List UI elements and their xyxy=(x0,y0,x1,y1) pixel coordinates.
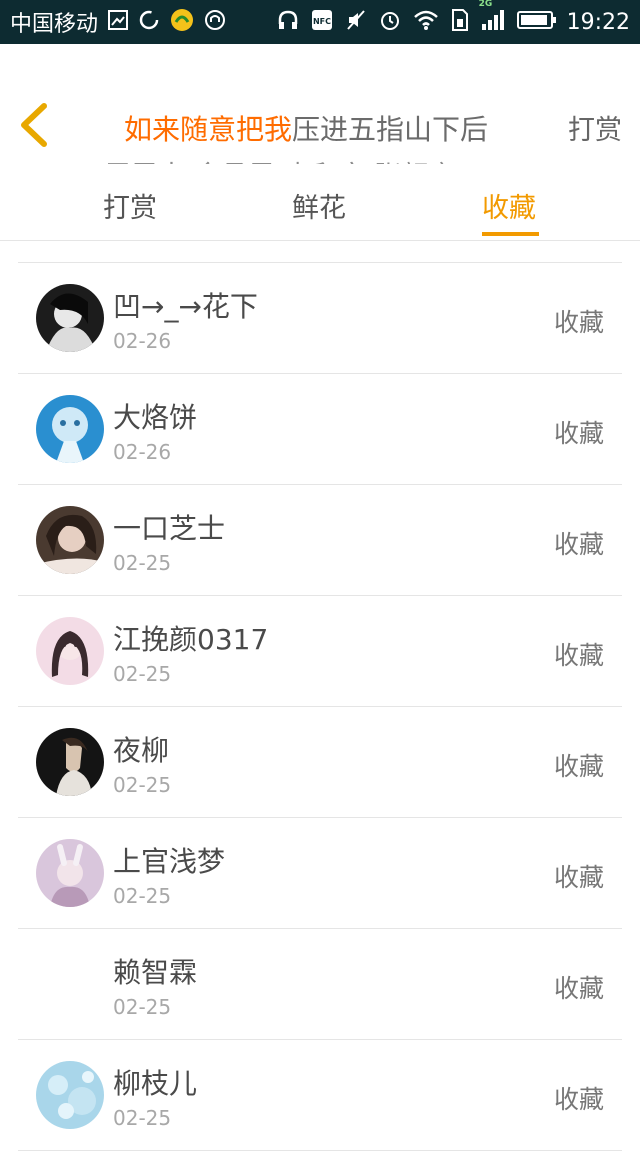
favorite-label: 收藏 xyxy=(553,641,604,670)
status-bar: 中国移动 NFC 2G 19:22 xyxy=(0,0,640,44)
avatar xyxy=(36,395,104,463)
list-item[interactable]: 大烙饼 02-26 收藏 xyxy=(18,374,622,485)
carrier-name: 中国移动 xyxy=(10,12,99,37)
list-item[interactable]: 柳枝儿 02-25 收藏 xyxy=(18,1040,622,1151)
nfc-icon: NFC xyxy=(311,9,333,35)
avatar xyxy=(36,728,104,796)
user-name: 上官浅梦 xyxy=(113,845,226,878)
avatar xyxy=(36,506,104,574)
battery-icon xyxy=(516,10,557,34)
mute-icon xyxy=(345,9,367,35)
tab-bar: 打赏 鲜花 收藏 xyxy=(0,164,640,241)
back-button[interactable] xyxy=(14,100,54,150)
favorite-date: 02-25 xyxy=(113,773,172,797)
favorite-label: 收藏 xyxy=(553,1085,604,1114)
tab-favorites[interactable]: 收藏 xyxy=(482,186,536,225)
list-item[interactable]: 江挽颜0317 02-25 收藏 xyxy=(18,596,622,707)
avatar xyxy=(36,617,104,685)
favorite-date: 02-25 xyxy=(113,995,172,1019)
avatar xyxy=(36,1061,104,1129)
favorite-date: 02-25 xyxy=(113,1106,172,1130)
header: 如来随意把我压进五指山下后 打赏 周震南/余承恩/李和宸/张颜齐: xyxy=(0,44,640,192)
reward-button[interactable]: 打赏 xyxy=(568,108,622,147)
list-item[interactable]: 赖智霖 02-25 收藏 xyxy=(18,929,622,1040)
favorite-label: 收藏 xyxy=(553,530,604,559)
alarm-icon xyxy=(379,9,401,35)
favorite-date: 02-26 xyxy=(113,440,172,464)
favorite-label: 收藏 xyxy=(553,974,604,1003)
image-icon xyxy=(108,10,129,34)
signal-icon: 2G xyxy=(479,0,505,35)
user-name: 赖智霖 xyxy=(113,956,198,989)
list-item[interactable]: 夜柳 02-25 收藏 xyxy=(18,707,622,818)
page-title: 如来随意把我压进五指山下后 xyxy=(124,108,488,148)
favorite-label: 收藏 xyxy=(553,863,604,892)
tab-reward[interactable]: 打赏 xyxy=(103,186,157,225)
user-name: 大烙饼 xyxy=(113,401,198,434)
title-highlight: 如来随意把我 xyxy=(124,113,293,146)
favorite-date: 02-25 xyxy=(113,884,172,908)
avatar xyxy=(36,284,104,352)
list-item[interactable]: 一口芝士 02-25 收藏 xyxy=(18,485,622,596)
tab-flowers[interactable]: 鲜花 xyxy=(292,186,346,225)
title-rest: 压进五指山下后 xyxy=(292,113,489,146)
user-name: 江挽颜0317 xyxy=(113,623,269,656)
favorite-label: 收藏 xyxy=(553,308,604,337)
user-name: 一口芝士 xyxy=(113,512,226,545)
list-item[interactable]: 凹→_→花下 02-26 收藏 xyxy=(18,263,622,374)
user-name: 凹→_→花下 xyxy=(113,290,258,323)
tab-indicator xyxy=(482,232,539,236)
wifi-icon xyxy=(413,9,439,35)
headset-icon xyxy=(204,9,226,35)
svg-text:NFC: NFC xyxy=(313,17,331,26)
sim-icon xyxy=(451,9,469,35)
favorite-date: 02-26 xyxy=(113,329,172,353)
sync-icon xyxy=(138,9,160,35)
headphones-icon xyxy=(277,9,299,35)
clock: 19:22 xyxy=(566,9,630,35)
avatar xyxy=(36,839,104,907)
favorite-date: 02-25 xyxy=(113,551,172,575)
favorite-date: 02-25 xyxy=(113,662,172,686)
favorite-label: 收藏 xyxy=(553,752,604,781)
network-type: 2G xyxy=(478,0,493,9)
favorite-label: 收藏 xyxy=(553,419,604,448)
chevron-left-icon xyxy=(21,103,47,147)
list-item[interactable]: 上官浅梦 02-25 收藏 xyxy=(18,818,622,929)
user-name: 柳枝儿 xyxy=(113,1067,198,1100)
app-icon xyxy=(170,8,194,36)
user-name: 夜柳 xyxy=(113,734,170,767)
avatar xyxy=(36,950,104,1018)
favorites-list: 凹→_→花下 02-26 收藏 大烙饼 02-26 收藏 一口芝士 02-25 … xyxy=(18,263,622,1151)
